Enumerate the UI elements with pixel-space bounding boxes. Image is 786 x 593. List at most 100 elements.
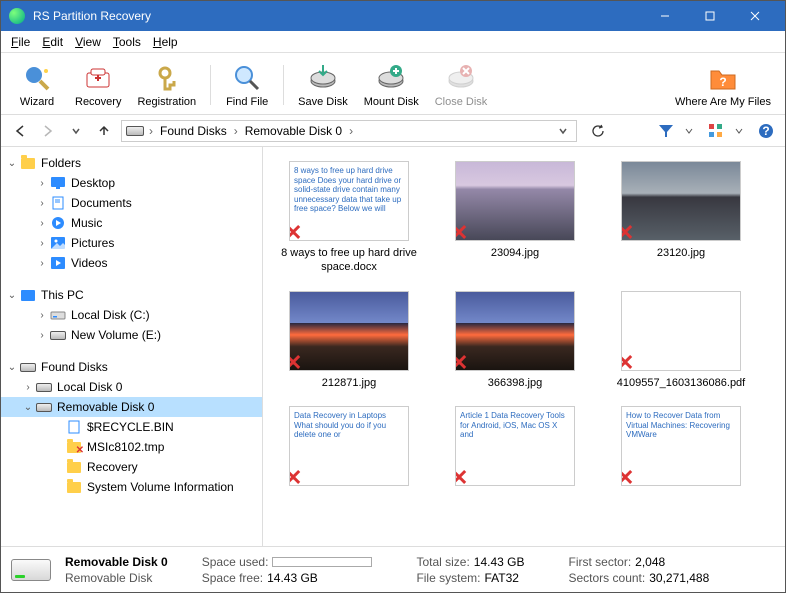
file-item[interactable]: 8 ways to free up hard drive space Does … [269,157,429,279]
tree-label: This PC [41,288,84,302]
filter-button[interactable] [655,120,677,142]
caret-right-icon[interactable]: › [35,218,49,229]
deleted-folder-icon: ✕ [65,439,83,455]
view-mode-dropdown[interactable] [733,120,745,142]
deleted-marker-icon: ✕ [621,350,634,371]
tree-removable-disk-0[interactable]: ⌄ Removable Disk 0 [1,397,262,417]
file-item[interactable]: ✕366398.jpg [435,287,595,395]
deleted-marker-icon: ✕ [621,220,634,241]
disk-icon [19,359,37,375]
menu-file[interactable]: File [5,33,36,51]
minimize-button[interactable] [642,1,687,31]
recovery-button[interactable]: Recovery [69,60,127,110]
file-thumbnail: Article 1 Data Recovery Tools for Androi… [455,406,575,486]
file-icon [65,419,83,435]
tree-msic-tmp[interactable]: ✕MSIc8102.tmp [1,437,262,457]
where-are-my-files-button[interactable]: ? Where Are My Files [669,60,777,110]
close-button[interactable] [732,1,777,31]
tree-label: New Volume (E:) [71,328,161,342]
registration-button[interactable]: Registration [131,60,202,110]
tree-found-disks[interactable]: ⌄ Found Disks [1,357,262,377]
tree-videos[interactable]: ›Videos [1,253,262,273]
menu-tools[interactable]: Tools [107,33,147,51]
tree-label: Recovery [87,460,138,474]
file-item[interactable]: Article 1 Data Recovery Tools for Androi… [435,402,595,490]
documents-icon [49,195,67,211]
tree-label: Local Disk (C:) [71,308,150,322]
space-used-bar [272,557,372,567]
breadcrumb[interactable]: › Found Disks › Removable Disk 0 › [121,120,577,142]
up-button[interactable] [93,120,115,142]
file-system-value: FAT32 [484,571,518,585]
caret-down-icon[interactable]: ⌄ [5,362,19,373]
space-used-label: Space used: [202,555,269,569]
back-button[interactable] [9,120,31,142]
file-name: 366398.jpg [488,377,542,391]
breadcrumb-dropdown[interactable] [554,126,572,136]
caret-right-icon[interactable]: › [35,310,49,321]
tree-new-volume-e[interactable]: › New Volume (E:) [1,325,262,345]
refresh-button[interactable] [587,120,609,142]
file-item[interactable]: ✕4109557_1603136086.pdf [601,287,761,395]
tree-documents[interactable]: ›Documents [1,193,262,213]
pictures-icon [49,235,67,251]
breadcrumb-found-disks[interactable]: Found Disks [156,124,231,138]
caret-down-icon[interactable]: ⌄ [5,158,19,169]
mount-disk-button[interactable]: Mount Disk [358,60,425,110]
disk-icon [49,307,67,323]
deleted-marker-icon: ✕ [621,465,634,486]
file-grid[interactable]: 8 ways to free up hard drive space Does … [263,147,785,546]
forward-button[interactable] [37,120,59,142]
folder-icon [19,155,37,171]
tree-this-pc[interactable]: ⌄ This PC [1,285,262,305]
tree-local-disk-0[interactable]: ›Local Disk 0 [1,377,262,397]
tree-recycle-bin[interactable]: $RECYCLE.BIN [1,417,262,437]
caret-right-icon[interactable]: › [35,330,49,341]
caret-right-icon[interactable]: › [35,258,49,269]
registration-label: Registration [137,96,196,108]
tree-recovery[interactable]: Recovery [1,457,262,477]
file-item[interactable]: ✕212871.jpg [269,287,429,395]
wizard-button[interactable]: Wizard [9,60,65,110]
tree-label: Music [71,216,102,230]
caret-down-icon[interactable]: ⌄ [21,402,35,413]
breadcrumb-removable-disk[interactable]: Removable Disk 0 [241,124,346,138]
chevron-right-icon: › [348,124,354,138]
tree-label: Removable Disk 0 [57,400,154,414]
help-button[interactable]: ? [755,120,777,142]
folder-tree[interactable]: ⌄ Folders ›Desktop ›Documents › Music ›Pi… [1,147,263,546]
menu-view[interactable]: View [69,33,107,51]
file-item[interactable]: ✕23094.jpg [435,157,595,279]
file-item[interactable]: ✕23120.jpg [601,157,761,279]
tree-local-c[interactable]: › Local Disk (C:) [1,305,262,325]
tree-pictures[interactable]: ›Pictures [1,233,262,253]
tree-label: $RECYCLE.BIN [87,420,174,434]
menu-help[interactable]: Help [147,33,184,51]
file-item[interactable]: How to Recover Data from Virtual Machine… [601,402,761,490]
save-disk-button[interactable]: Save Disk [292,60,354,110]
find-file-label: Find File [226,96,268,108]
menu-edit[interactable]: Edit [36,33,69,51]
pc-icon [19,287,37,303]
caret-down-icon[interactable]: ⌄ [5,290,19,301]
tree-system-volume[interactable]: System Volume Information [1,477,262,497]
chevron-right-icon: › [233,124,239,138]
maximize-button[interactable] [687,1,732,31]
find-file-button[interactable]: Find File [219,60,275,110]
disk-icon [35,379,53,395]
file-thumbnail: 8 ways to free up hard drive space Does … [289,161,409,241]
filter-dropdown[interactable] [683,120,695,142]
where-files-label: Where Are My Files [675,96,771,108]
caret-right-icon[interactable]: › [35,238,49,249]
tree-desktop[interactable]: ›Desktop [1,173,262,193]
caret-right-icon[interactable]: › [21,382,35,393]
caret-right-icon[interactable]: › [35,178,49,189]
file-thumbnail: ✕ [621,161,741,241]
separator [210,65,211,105]
view-mode-button[interactable] [705,120,727,142]
file-item[interactable]: Data Recovery in Laptops What should you… [269,402,429,490]
history-dropdown[interactable] [65,120,87,142]
tree-music[interactable]: › Music [1,213,262,233]
caret-right-icon[interactable]: › [35,198,49,209]
tree-folders[interactable]: ⌄ Folders [1,153,262,173]
